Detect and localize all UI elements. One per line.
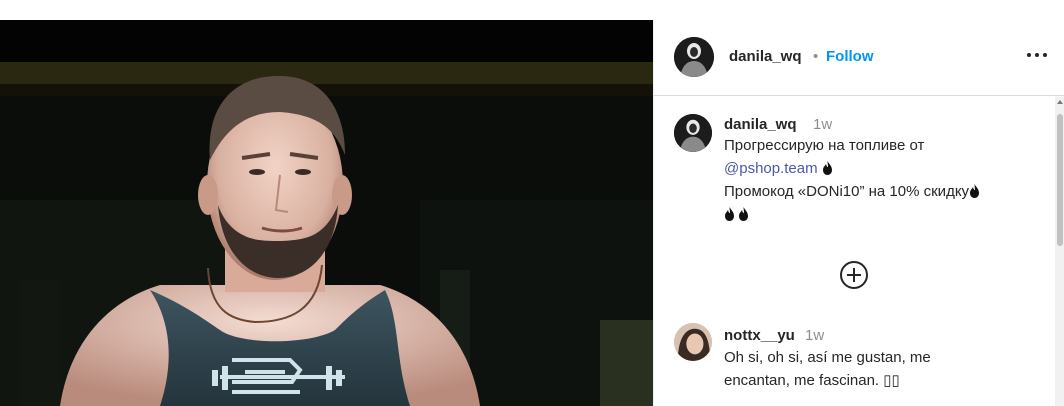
header-separator: • bbox=[813, 48, 819, 65]
comment-username[interactable]: nottx__yu bbox=[724, 327, 795, 344]
circle-plus-icon[interactable] bbox=[839, 260, 869, 290]
scroll-up-arrow-icon[interactable] bbox=[1056, 98, 1064, 106]
promo-code-text: Промокод «DONi10” на 10% скидку bbox=[724, 183, 970, 200]
author-username[interactable]: danila_wq bbox=[729, 48, 802, 65]
caption-line-4 bbox=[724, 203, 749, 226]
fire-emoji-icon bbox=[822, 161, 832, 175]
caption-author-avatar[interactable] bbox=[674, 114, 712, 152]
fire-emoji-icon bbox=[970, 184, 980, 198]
caption-line-3: Промокод «DONi10” на 10% скидку bbox=[724, 180, 980, 203]
caption-username[interactable]: danila_wq bbox=[724, 116, 797, 133]
follow-button[interactable]: Follow bbox=[826, 48, 874, 65]
caption-timestamp[interactable]: 1w bbox=[813, 116, 832, 133]
caption-line-1: Прогрессирую на топливе от bbox=[724, 137, 925, 154]
post-header: danila_wq • Follow bbox=[654, 20, 1064, 96]
post-details-panel: danila_wq • Follow danila_wq 1w Прогресс… bbox=[653, 20, 1064, 406]
fire-emoji-icon bbox=[725, 207, 734, 221]
post-photo[interactable] bbox=[0, 20, 653, 406]
post-photo-illustration bbox=[0, 20, 653, 406]
author-avatar[interactable] bbox=[674, 37, 714, 77]
commenter-avatar[interactable] bbox=[674, 323, 712, 361]
caption-line-2: @pshop.team bbox=[724, 157, 833, 180]
mention-link[interactable]: @pshop.team bbox=[724, 160, 818, 177]
browser-top-strip bbox=[0, 0, 1064, 20]
scrollbar-thumb[interactable] bbox=[1057, 114, 1063, 246]
comment-line-2: encantan, me fascinan. ▯▯ bbox=[724, 372, 900, 389]
fire-emoji-icon bbox=[739, 207, 748, 221]
comment-line-1: Oh si, oh si, así me gustan, me bbox=[724, 349, 931, 366]
more-options-icon[interactable] bbox=[1026, 44, 1048, 64]
comment-timestamp[interactable]: 1w bbox=[805, 327, 824, 344]
